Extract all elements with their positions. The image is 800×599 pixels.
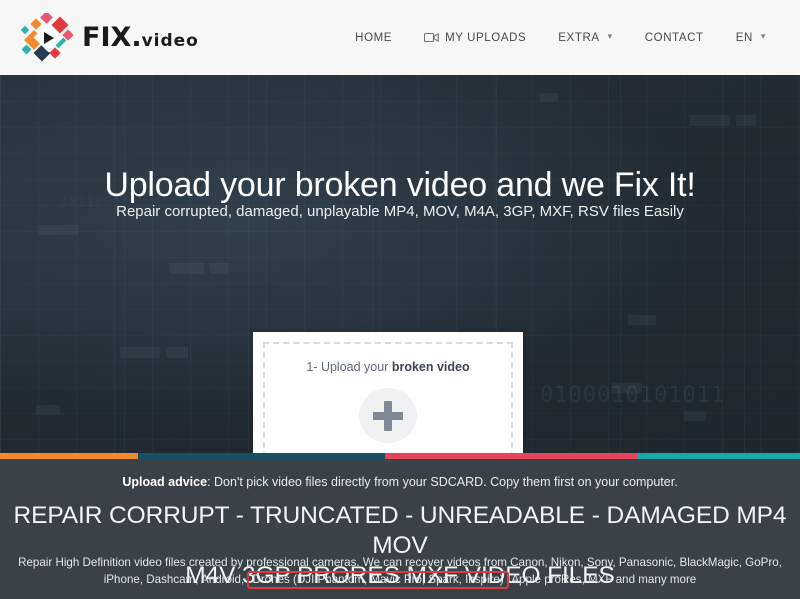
hero-binary-watermark: 0100010101011 — [540, 383, 726, 408]
logo-suffix: video — [141, 31, 199, 51]
logo-wordmark: FIX.video — [82, 24, 199, 51]
drones-highlight-box: Drones (DJI Phantom, Mavic Pro, Spark, I… — [247, 571, 509, 590]
bottom-section: Upload advice: Don't pick video files di… — [0, 459, 800, 599]
hero-title: Upload your broken video and we Fix It! — [104, 166, 696, 204]
page-root: FIX.video HOME MY UPLOADS EXTRA ▾ CONTAC… — [0, 0, 800, 599]
nav-item-label: HOME — [355, 31, 393, 44]
seo-description: Repair High Definition video files creat… — [0, 554, 800, 590]
upload-advice: Upload advice: Don't pick video files di… — [0, 475, 800, 489]
hero-subtitle: Repair corrupted, damaged, unplayable MP… — [116, 203, 684, 220]
main-navigation: HOME MY UPLOADS EXTRA ▾ CONTACT EN ▾ — [339, 0, 782, 75]
seo-description-line2-post: Apple proRes, MXF and many more — [508, 573, 697, 587]
site-header: FIX.video HOME MY UPLOADS EXTRA ▾ CONTAC… — [0, 0, 800, 75]
upload-advice-text: : Don't pick video files directly from y… — [207, 475, 678, 489]
seo-description-line2-pre: iPhone, Dashcam, Android, — [103, 573, 248, 587]
hero-section: 0100010101011 1011001 Upload your broken… — [0, 75, 800, 453]
nav-item-language[interactable]: EN ▾ — [720, 26, 782, 50]
plus-icon — [373, 400, 403, 431]
upload-step-prefix: 1- Upload your — [306, 360, 392, 374]
upload-step-strong: broken video — [391, 360, 470, 374]
nav-item-extra[interactable]: EXTRA ▾ — [542, 26, 628, 50]
chevron-down-icon: ▾ — [760, 31, 766, 41]
seo-description-line1: Repair High Definition video files creat… — [18, 556, 782, 569]
nav-item-label: EN — [735, 31, 753, 44]
nav-item-contact[interactable]: CONTACT — [629, 26, 720, 50]
video-camera-icon — [424, 32, 439, 43]
nav-item-label: EXTRA — [558, 31, 600, 44]
logo-dot: . — [131, 22, 142, 53]
upload-plus-button[interactable] — [359, 388, 417, 444]
site-logo[interactable]: FIX.video — [20, 12, 199, 63]
upload-dropzone[interactable]: 1- Upload your broken video Click to upl… — [263, 342, 513, 453]
nav-item-label: CONTACT — [644, 31, 704, 44]
chevron-down-icon: ▾ — [607, 31, 613, 41]
logo-name: FIX — [82, 22, 132, 53]
upload-step-label: 1- Upload your broken video — [306, 360, 469, 374]
fix-video-logo-icon — [20, 12, 74, 63]
nav-item-my-uploads[interactable]: MY UPLOADS — [408, 26, 542, 50]
upload-card: 1- Upload your broken video Click to upl… — [253, 332, 523, 453]
nav-item-home[interactable]: HOME — [339, 26, 408, 50]
upload-advice-label: Upload advice — [122, 475, 208, 489]
seo-headline-line1: REPAIR CORRUPT - TRUNCATED - UNREADABLE … — [13, 502, 787, 559]
nav-item-label: MY UPLOADS — [445, 31, 527, 44]
